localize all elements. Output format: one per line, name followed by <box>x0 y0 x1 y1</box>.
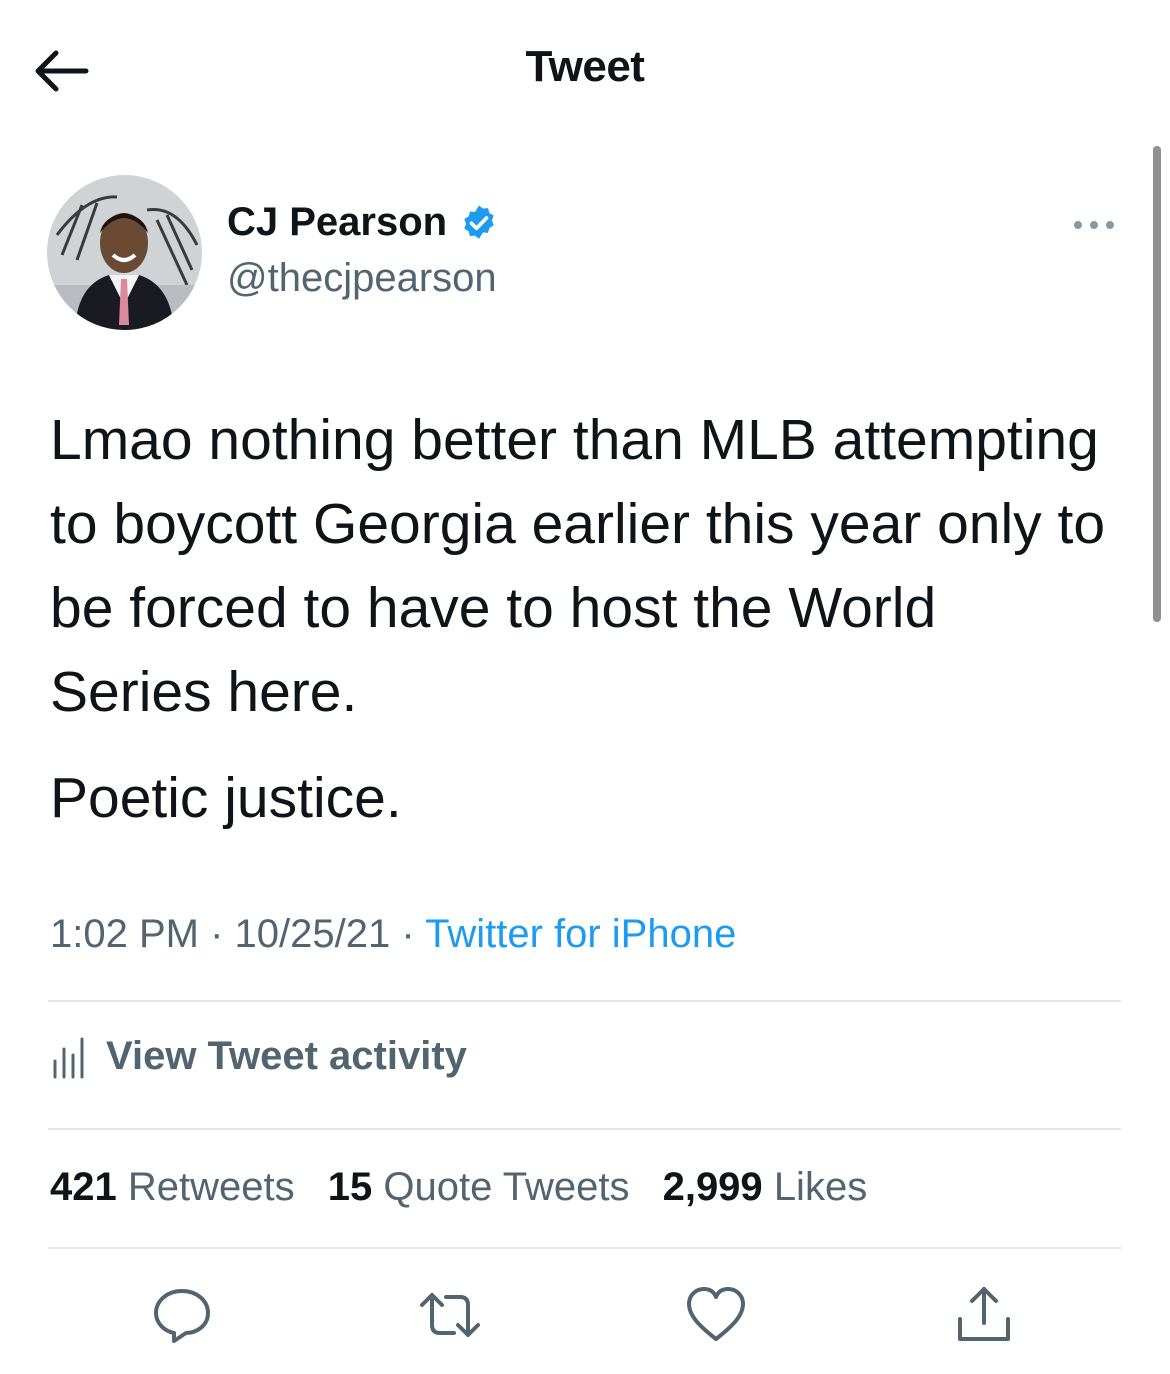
quote-tweets-count: 15 <box>327 1165 373 1209</box>
more-horizontal-icon <box>1074 221 1114 229</box>
quote-tweets-stat[interactable]: 15 Quote Tweets <box>328 1165 630 1209</box>
likes-label: Likes <box>773 1165 868 1209</box>
likes-count: 2,999 <box>662 1165 763 1209</box>
avatar[interactable] <box>47 175 202 330</box>
retweets-label: Retweets <box>127 1165 295 1209</box>
more-options-button[interactable] <box>1068 210 1120 240</box>
meta-separator: · <box>210 912 224 956</box>
divider <box>48 1247 1121 1249</box>
reply-button[interactable] <box>150 1283 214 1347</box>
quote-tweets-label: Quote Tweets <box>383 1165 630 1209</box>
likes-stat[interactable]: 2,999 Likes <box>663 1165 868 1209</box>
bar-chart-icon <box>53 1037 84 1078</box>
tweet-paragraph: Poetic justice. <box>50 766 402 830</box>
author-handle[interactable]: @thecjpearson <box>227 256 497 301</box>
view-tweet-activity-button[interactable]: View Tweet activity <box>50 1034 467 1079</box>
scrollbar[interactable] <box>1153 146 1161 622</box>
avatar-photo <box>47 175 202 330</box>
tweet-time[interactable]: 1:02 PM <box>50 912 199 956</box>
author-name-row[interactable]: CJ Pearson <box>227 200 499 245</box>
reply-icon <box>154 1289 210 1343</box>
retweet-icon <box>420 1293 480 1337</box>
share-button[interactable] <box>952 1283 1016 1347</box>
retweets-stat[interactable]: 421 Retweets <box>50 1165 295 1209</box>
meta-separator: · <box>401 912 415 956</box>
divider <box>48 1128 1121 1130</box>
tweet-meta: 1:02 PM · 10/25/21 · Twitter for iPhone <box>50 912 736 957</box>
tweet-text: Lmao nothing better than MLB attempting … <box>50 398 1110 840</box>
heart-icon <box>687 1287 745 1341</box>
tweet-paragraph: Lmao nothing better than MLB attempting … <box>50 408 1106 724</box>
share-icon <box>958 1287 1010 1341</box>
retweets-count: 421 <box>50 1165 117 1209</box>
like-button[interactable] <box>684 1283 748 1347</box>
tweet-stats: 421 Retweets 15 Quote Tweets 2,999 Likes <box>50 1165 889 1210</box>
view-tweet-activity-label: View Tweet activity <box>106 1034 467 1078</box>
retweet-button[interactable] <box>418 1283 482 1347</box>
page-title: Tweet <box>525 42 645 91</box>
display-name[interactable]: CJ Pearson <box>227 200 447 245</box>
tweet-date[interactable]: 10/25/21 <box>235 912 391 956</box>
tweet-source-link[interactable]: Twitter for iPhone <box>425 912 736 956</box>
verified-badge-icon <box>464 205 494 239</box>
divider <box>48 1000 1121 1002</box>
